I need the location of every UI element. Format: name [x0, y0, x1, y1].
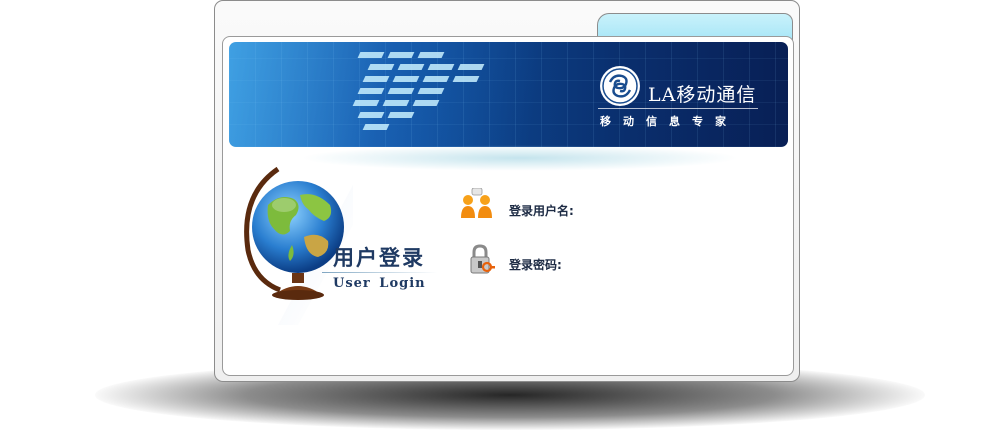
banner-reflection: [300, 145, 740, 171]
china-mobile-logo-icon: [600, 66, 640, 106]
login-title-cn: 用户登录: [333, 245, 425, 270]
login-title-en: User Login: [333, 276, 426, 291]
brand-slogan: 移动信息专家: [600, 115, 738, 128]
users-icon: [461, 188, 492, 218]
brand-name: LA移动通信: [648, 84, 757, 106]
banner-light-bars: [339, 42, 539, 147]
brand-divider: [598, 108, 758, 109]
username-label: 登录用户名:: [509, 204, 574, 218]
title-divider: [322, 272, 437, 273]
padlock-key-icon: [470, 244, 495, 274]
password-label: 登录密码:: [509, 258, 562, 272]
